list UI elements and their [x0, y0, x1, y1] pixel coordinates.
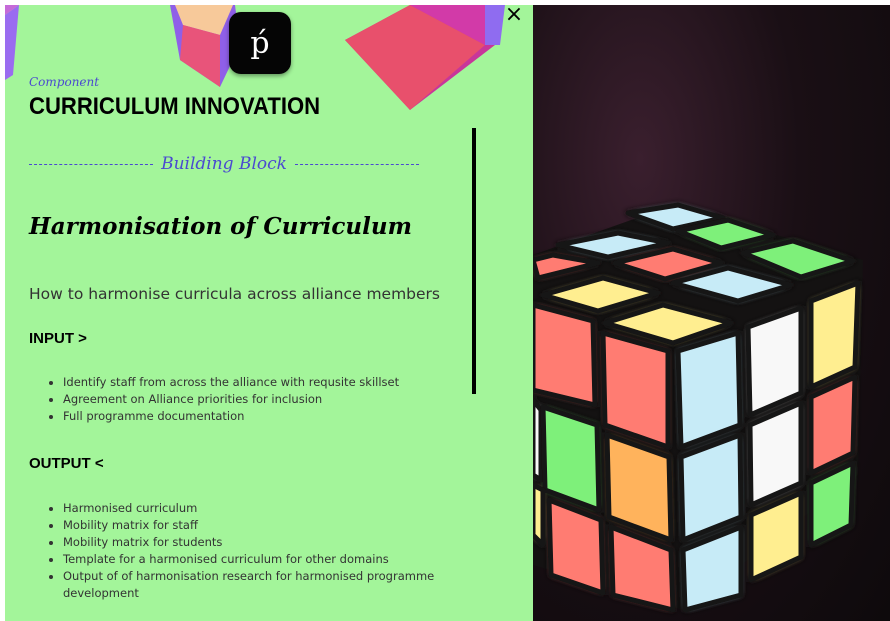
- rubiks-cube-icon: [533, 202, 863, 613]
- list-item: Mobility matrix for students: [63, 534, 483, 551]
- list-item: Template for a harmonised curriculum for…: [63, 551, 483, 568]
- divider-line-left: [29, 163, 154, 165]
- rubiks-cube-image: [533, 5, 890, 621]
- list-item: Output of of harmonisation research for …: [63, 568, 483, 602]
- vertical-divider: [472, 128, 476, 394]
- decorative-cube-right-icon: [345, 5, 505, 110]
- building-block-title: Harmonisation of Curriculum: [29, 213, 412, 240]
- logo-icon[interactable]: ṕ: [229, 12, 291, 74]
- list-item: Agreement on Alliance priorities for inc…: [63, 391, 483, 408]
- list-item: Full programme documentation: [63, 408, 483, 425]
- logo-glyph: ṕ: [250, 25, 270, 61]
- input-list: Identify staff from across the alliance …: [29, 374, 483, 425]
- component-title: CURRICULUM INNOVATION: [29, 93, 321, 120]
- building-block-description: How to harmonise curricula across allian…: [29, 285, 440, 303]
- output-heading: OUTPUT <: [29, 455, 104, 472]
- list-item: Identify staff from across the alliance …: [63, 374, 483, 391]
- divider-line-right: [294, 163, 420, 165]
- input-heading: INPUT >: [29, 330, 87, 347]
- building-block-label: Building Block: [161, 154, 287, 174]
- list-item: Mobility matrix for staff: [63, 517, 483, 534]
- building-block-divider: Building Block: [29, 151, 420, 177]
- list-item: Harmonised curriculum: [63, 500, 483, 517]
- decorative-cube-left-icon: [5, 5, 19, 80]
- building-block-panel: ṕ × Component CURRICULUM INNOVATION Buil…: [5, 5, 533, 621]
- output-list: Harmonised curriculum Mobility matrix fo…: [29, 500, 483, 602]
- close-button[interactable]: ×: [502, 5, 526, 27]
- component-label: Component: [29, 75, 100, 89]
